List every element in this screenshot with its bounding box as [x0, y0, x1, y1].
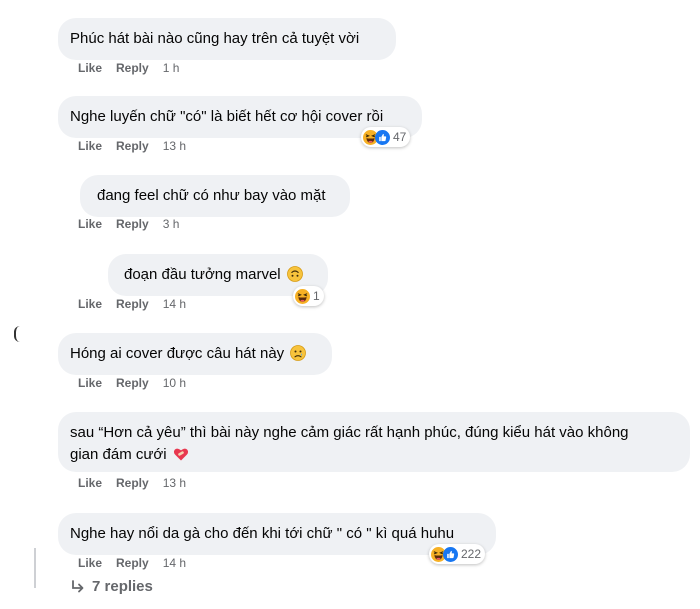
timestamp[interactable]: 14 h	[163, 556, 186, 570]
replies-count-label: 7 replies	[92, 578, 153, 595]
timestamp[interactable]: 13 h	[163, 476, 186, 490]
like-button[interactable]: Like	[78, 61, 102, 75]
timestamp[interactable]: 10 h	[163, 376, 186, 390]
like-button[interactable]: Like	[78, 476, 102, 490]
reaction-summary[interactable]: 47	[361, 127, 411, 147]
reply-button[interactable]: Reply	[116, 217, 149, 231]
comment-bubble: Phúc hát bài nào cũng hay trên cả tuyệt …	[58, 18, 396, 60]
comment-text-line: gian đám cưới	[70, 446, 167, 463]
sad-face-icon	[290, 345, 306, 361]
comment-text-line: sau “Hơn cả yêu” thì bài này nghe cảm gi…	[70, 424, 629, 441]
like-button[interactable]: Like	[78, 297, 102, 311]
view-replies-link[interactable]: 7 replies	[70, 578, 153, 595]
haha-icon	[295, 289, 310, 304]
comment-text: đang feel chữ có như bay vào mặt	[97, 187, 326, 204]
like-button[interactable]: Like	[78, 139, 102, 153]
like-button[interactable]: Like	[78, 556, 102, 570]
reaction-count: 47	[393, 130, 407, 144]
timestamp[interactable]: 13 h	[163, 139, 186, 153]
comment-actions: Like Reply 13 h	[78, 476, 186, 490]
reply-button[interactable]: Reply	[116, 476, 149, 490]
upside-down-face-icon	[287, 266, 303, 282]
like-icon	[375, 130, 390, 145]
comment-actions: Like Reply 10 h	[78, 376, 186, 390]
comment-bubble: sau “Hơn cả yêu” thì bài này nghe cảm gi…	[58, 412, 690, 472]
timestamp[interactable]: 14 h	[163, 297, 186, 311]
timestamp[interactable]: 1 h	[163, 61, 180, 75]
reply-button[interactable]: Reply	[116, 61, 149, 75]
comment-actions: Like Reply 14 h	[78, 556, 186, 570]
like-button[interactable]: Like	[78, 217, 102, 231]
timestamp[interactable]: 3 h	[163, 217, 180, 231]
reaction-count: 1	[313, 289, 320, 303]
comment-bubble: đang feel chữ có như bay vào mặt	[80, 175, 350, 217]
comment-text: Phúc hát bài nào cũng hay trên cả tuyệt …	[70, 30, 360, 47]
reply-arrow-icon	[72, 579, 84, 592]
like-button[interactable]: Like	[78, 376, 102, 390]
comment-actions: Like Reply 13 h	[78, 139, 186, 153]
reply-button[interactable]: Reply	[116, 376, 149, 390]
thread-line	[34, 548, 36, 588]
comment-text: Hóng ai cover được câu hát này	[70, 345, 285, 362]
heart-bandage-icon	[173, 446, 189, 462]
comment-actions: Like Reply 14 h	[78, 297, 186, 311]
comment-text: đoạn đầu tưởng marvel	[124, 266, 281, 283]
reply-button[interactable]: Reply	[116, 556, 149, 570]
reply-button[interactable]: Reply	[116, 139, 149, 153]
reply-button[interactable]: Reply	[116, 297, 149, 311]
like-icon	[443, 547, 458, 562]
comment-text: Nghe hay nổi da gà cho đến khi tới chữ "…	[70, 525, 455, 542]
reaction-count: 222	[461, 547, 482, 561]
comment-actions: Like Reply 3 h	[78, 217, 179, 231]
comment-bubble: Hóng ai cover được câu hát này	[58, 333, 332, 375]
comment-actions: Like Reply 1 h	[78, 61, 179, 75]
clipped-avatar-edge	[14, 326, 21, 342]
reaction-summary[interactable]: 1	[293, 286, 324, 306]
reaction-summary[interactable]: 222	[429, 544, 486, 564]
comment-text: Nghe luyến chữ "có" là biết hết cơ hội c…	[70, 108, 384, 125]
